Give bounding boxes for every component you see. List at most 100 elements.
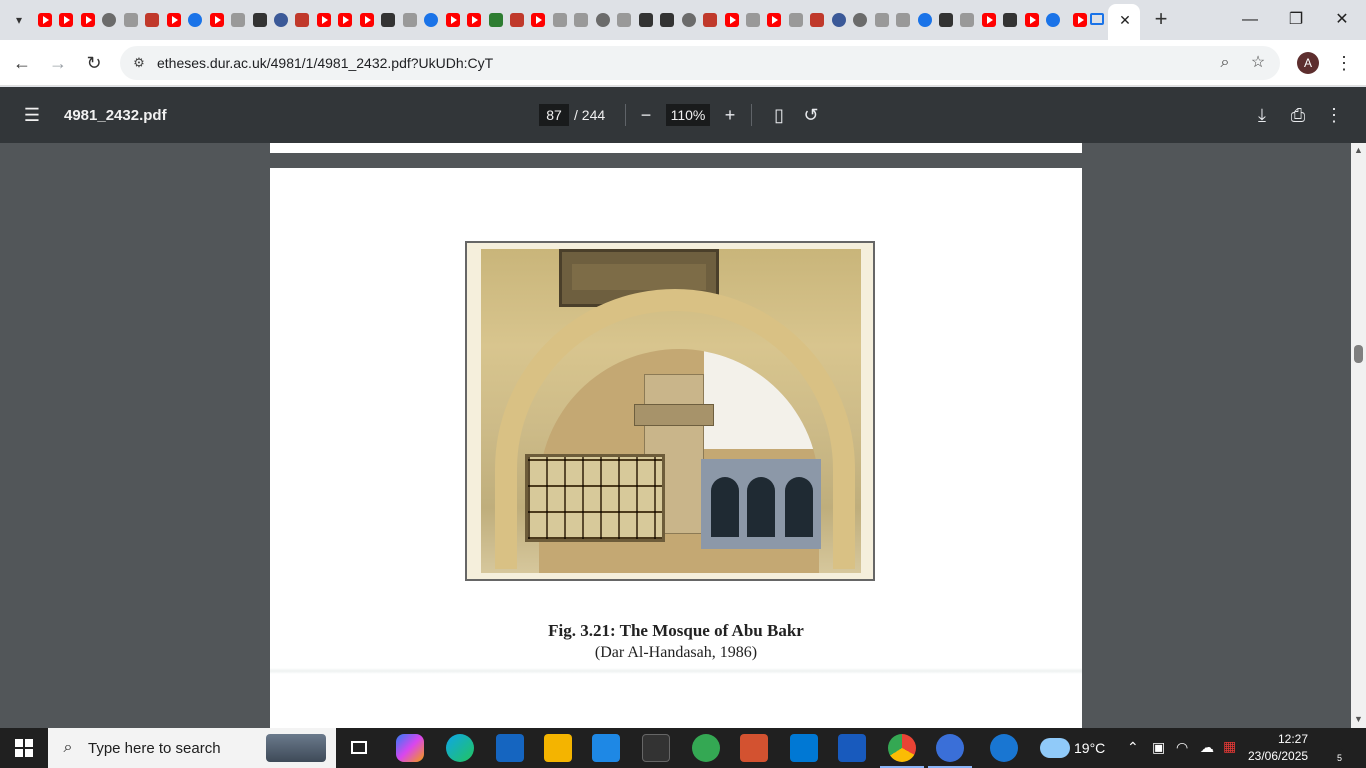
task-view-icon[interactable] [346, 734, 374, 762]
tripadvisor-icon[interactable] [692, 734, 720, 762]
tab-favicon-icon[interactable] [552, 12, 567, 27]
zoom-in-icon[interactable]: + [718, 103, 742, 127]
file-explorer-icon[interactable] [544, 734, 572, 762]
maximize-button[interactable]: ❐ [1282, 6, 1310, 34]
zoom-magnifier-icon[interactable]: ⌕ [1215, 53, 1235, 73]
tab-favicon-icon[interactable] [896, 12, 911, 27]
google-tab-icon[interactable] [703, 12, 718, 27]
youtube-tab-icon[interactable] [316, 12, 331, 27]
tab-favicon-icon[interactable] [745, 12, 760, 27]
tab-favicon-icon[interactable] [424, 12, 439, 27]
taskbar-search-box[interactable]: ⌕ Type here to search [48, 728, 336, 768]
more-options-icon[interactable]: ⋮ [1322, 103, 1346, 127]
address-bar[interactable]: ⚙ etheses.dur.ac.uk/4981/1/4981_2432.pdf… [120, 46, 1280, 80]
youtube-tab-icon[interactable] [80, 12, 95, 27]
youtube-tab-icon[interactable] [724, 12, 739, 27]
youtube-tab-icon[interactable] [767, 12, 782, 27]
zoom-out-icon[interactable]: − [634, 103, 658, 127]
tab-favicon-icon[interactable] [874, 12, 889, 27]
amazon-icon[interactable] [642, 734, 670, 762]
browser-app-icon[interactable] [928, 734, 972, 768]
windows-start-icon[interactable] [15, 739, 33, 757]
current-page-input[interactable]: 87 [539, 104, 569, 126]
browser-menu-icon[interactable]: ⋮ [1334, 49, 1354, 77]
tab-favicon-icon[interactable] [1090, 13, 1104, 25]
hamburger-menu-icon[interactable]: ☰ [20, 103, 44, 127]
tab-favicon-icon[interactable] [660, 12, 675, 27]
dropbox-icon[interactable] [496, 734, 524, 762]
tab-favicon-icon[interactable] [1003, 12, 1018, 27]
edge-icon[interactable] [446, 734, 474, 762]
tab-favicon-icon[interactable] [188, 12, 203, 27]
word-icon[interactable] [838, 734, 866, 762]
tab-favicon-icon[interactable] [595, 12, 610, 27]
tab-close-icon[interactable]: ✕ [1116, 9, 1134, 31]
chrome-icon[interactable] [880, 734, 924, 768]
tab-favicon-icon[interactable] [145, 12, 160, 27]
copilot-icon[interactable] [396, 734, 424, 762]
notification-icon[interactable]: 5 [1324, 738, 1345, 768]
new-tab-button[interactable]: + [1150, 8, 1172, 32]
tab-favicon-icon[interactable] [788, 12, 803, 27]
facebook-tab-icon[interactable] [831, 12, 846, 27]
zoom-level-input[interactable]: 110% [666, 104, 710, 126]
profile-avatar[interactable]: A [1297, 52, 1319, 74]
tab-favicon-icon[interactable] [295, 12, 310, 27]
globe-tab-icon[interactable] [102, 12, 117, 27]
youtube-tab-icon[interactable] [338, 12, 353, 27]
powerpoint-icon[interactable] [740, 734, 768, 762]
tab-favicon-icon[interactable] [231, 12, 246, 27]
scroll-thumb[interactable] [1354, 345, 1363, 363]
outlook-icon[interactable] [790, 734, 818, 762]
back-arrow-icon[interactable]: ← [8, 49, 36, 77]
chevron-up-icon[interactable]: ⌃ [1127, 739, 1139, 756]
help-icon[interactable] [990, 734, 1018, 762]
rotate-icon[interactable]: ↺ [799, 103, 823, 127]
bookmark-star-icon[interactable]: ☆ [1248, 53, 1268, 73]
tab-favicon-icon[interactable] [273, 12, 288, 27]
app-tray-icon[interactable]: ▦ [1223, 738, 1236, 755]
youtube-tab-icon[interactable] [209, 12, 224, 27]
tab-favicon-icon[interactable] [509, 12, 524, 27]
tab-favicon-icon[interactable] [853, 12, 868, 27]
tab-favicon-icon[interactable] [488, 12, 503, 27]
youtube-tab-icon[interactable] [981, 12, 996, 27]
url-text[interactable]: etheses.dur.ac.uk/4981/1/4981_2432.pdf?U… [157, 55, 493, 71]
pdf-viewport[interactable]: Fig. 3.21: The Mosque of Abu Bakr (Dar A… [0, 143, 1351, 728]
scroll-up-icon[interactable]: ▲ [1353, 145, 1364, 156]
weather-temperature[interactable]: 19°C [1074, 740, 1105, 756]
tab-favicon-icon[interactable] [638, 12, 653, 27]
youtube-tab-icon[interactable] [1024, 12, 1039, 27]
youtube-tab-icon[interactable] [445, 12, 460, 27]
close-window-button[interactable]: ✕ [1328, 6, 1356, 34]
tab-favicon-icon[interactable] [574, 12, 589, 27]
youtube-tab-icon[interactable] [359, 12, 374, 27]
device-icon[interactable]: ▣ [1152, 739, 1165, 756]
forward-arrow-icon[interactable]: → [44, 49, 72, 77]
cloud-offline-icon[interactable]: ☁ [1200, 739, 1214, 756]
youtube-tab-icon[interactable] [38, 12, 52, 27]
minimize-button[interactable]: — [1236, 6, 1264, 34]
tab-favicon-icon[interactable] [681, 12, 696, 27]
youtube-tab-icon[interactable] [531, 12, 546, 27]
tab-favicon-icon[interactable] [1046, 12, 1061, 27]
vertical-scrollbar[interactable]: ▲ ▼ [1351, 143, 1366, 728]
print-icon[interactable]: ⎙ [1286, 103, 1310, 127]
tab-favicon-icon[interactable] [939, 12, 954, 27]
download-icon[interactable]: ⤓ [1250, 103, 1274, 127]
tab-favicon-icon[interactable] [810, 12, 825, 27]
taskbar-clock[interactable]: 12:27 23/06/2025 [1248, 731, 1308, 765]
youtube-tab-icon[interactable] [166, 12, 181, 27]
tab-search-chevron-down-icon[interactable]: ▾ [8, 9, 30, 31]
fit-page-icon[interactable]: ▯ [767, 103, 791, 127]
microsoft-store-icon[interactable] [592, 734, 620, 762]
youtube-tab-icon[interactable] [59, 12, 74, 27]
youtube-tab-icon[interactable] [1073, 13, 1087, 27]
site-info-icon[interactable]: ⚙ [130, 54, 148, 72]
tab-favicon-icon[interactable] [252, 12, 267, 27]
search-placeholder[interactable]: Type here to search [88, 740, 221, 757]
tab-favicon-icon[interactable] [402, 12, 417, 27]
tab-favicon-icon[interactable] [917, 12, 932, 27]
weather-cloud-icon[interactable] [1040, 738, 1070, 758]
tab-favicon-icon[interactable] [960, 12, 975, 27]
